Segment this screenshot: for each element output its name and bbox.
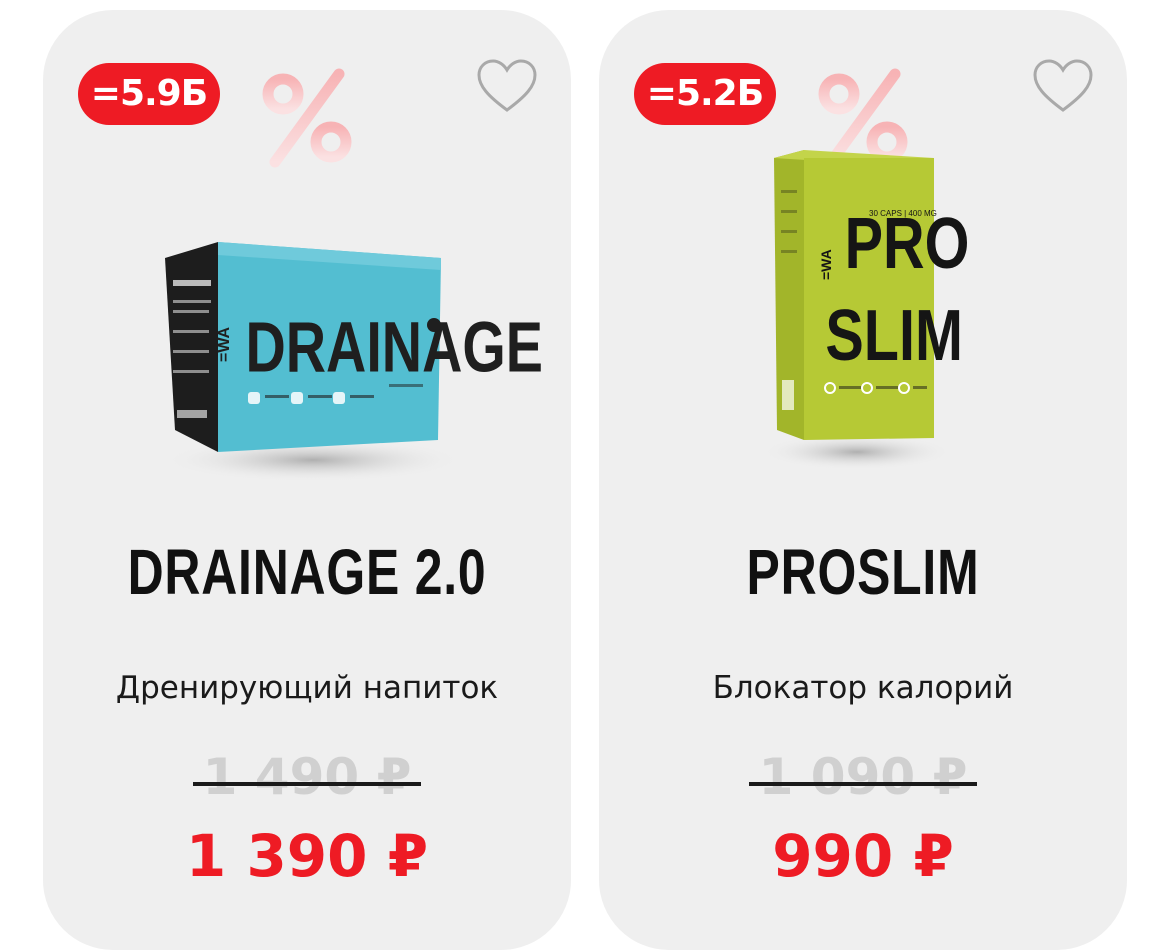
old-price: 1 490 ₽ [43, 748, 571, 806]
product-subtitle: Блокатор калорий [712, 670, 1014, 706]
old-price: 1 090 ₽ [599, 748, 1127, 806]
product-card-proslim[interactable]: =5.2Б PRO SLIM 30 CAPS | 400 MG =WA PROS… [599, 10, 1127, 950]
box-logo-text: =WA [818, 249, 834, 280]
drainage-box-image: DRAINAGE =WA [163, 242, 543, 482]
favorite-heart-icon[interactable] [476, 58, 538, 114]
bonus-badge: =5.2Б [634, 63, 776, 125]
proslim-box-image: PRO SLIM 30 CAPS | 400 MG =WA [762, 150, 969, 470]
bonus-badge: =5.9Б [78, 63, 220, 125]
current-price: 990 ₽ [772, 822, 954, 890]
product-title[interactable]: PROSLIM [657, 535, 1069, 609]
product-card-drainage[interactable]: =5.9Б DRAINAGE =WA DRAINAGE 2.0 Дренирую… [43, 10, 571, 950]
product-title[interactable]: DRAINAGE 2.0 [101, 535, 513, 609]
product-subtitle: Дренирующий напиток [115, 670, 499, 706]
box-line2-text: SLIM [825, 295, 963, 376]
current-price: 1 390 ₽ [185, 822, 429, 890]
box-brand-text: DRAINAGE [246, 307, 543, 387]
box-caption-text: 30 CAPS | 400 MG [869, 209, 937, 218]
favorite-heart-icon[interactable] [1032, 58, 1094, 114]
box-logo-text: =WA [216, 326, 233, 362]
